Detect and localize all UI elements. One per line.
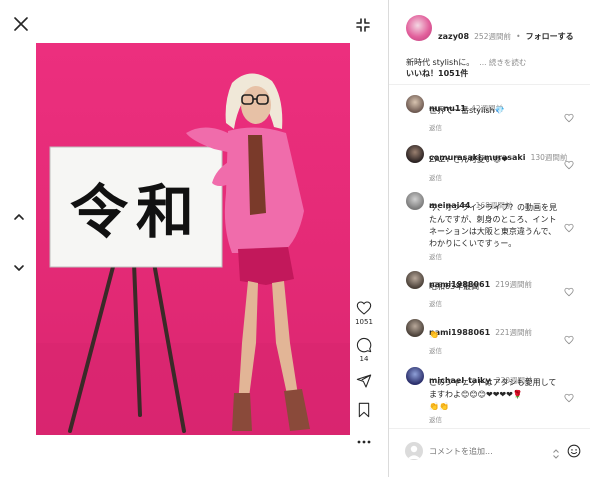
post-media-viewer: 令和 1051 14 <box>0 0 388 477</box>
heart-icon <box>564 223 574 233</box>
post-details-panel: zazy08 252週間前 • フォローする 新時代 stylishに。 ...… <box>388 0 590 477</box>
stepper-arrows-icon <box>553 449 559 459</box>
emoji-button[interactable] <box>567 443 581 458</box>
comment-like-button[interactable] <box>564 388 574 407</box>
reply-button[interactable]: 返信 <box>429 298 442 308</box>
input-stepper[interactable] <box>552 445 560 459</box>
comment-input[interactable] <box>429 443 547 459</box>
commenter-avatar[interactable] <box>406 367 424 385</box>
comment-like-button[interactable] <box>564 282 574 301</box>
follow-button[interactable]: フォローする <box>526 32 574 41</box>
comment-button[interactable] <box>356 337 372 353</box>
chevron-down-icon <box>14 265 24 271</box>
commenter-avatar[interactable] <box>406 192 424 210</box>
comment-text-line: ネーションは大阪と東京違うんで、 <box>429 227 557 236</box>
comment-header: nami1988061 221週間前 <box>429 320 532 339</box>
bookmark-icon <box>358 402 370 418</box>
comment-text: 世界で一番stylish💎 <box>429 106 505 115</box>
divider <box>389 428 590 429</box>
more-dots-icon <box>357 440 371 444</box>
divider <box>389 84 590 85</box>
minimize-icon <box>356 18 370 32</box>
minimize-button[interactable] <box>356 17 370 32</box>
commenter-avatar[interactable] <box>406 271 424 289</box>
comment-text: このジャケットはアタシも愛用して ますわよ😊😊😊❤❤❤❤🌹 👏👏 <box>429 377 556 413</box>
header-separator: • <box>516 32 521 41</box>
like-count: 1051 <box>355 318 373 326</box>
reply-button[interactable]: 返信 <box>429 251 442 261</box>
reply-button[interactable]: 返信 <box>429 172 442 182</box>
chevron-up-icon <box>14 214 24 220</box>
caption-text: 新時代 stylishに。 <box>406 58 475 67</box>
comment-text-line: ますわよ😊😊😊❤❤❤❤🌹 <box>429 390 523 399</box>
commenter-avatar[interactable] <box>406 319 424 337</box>
user-silhouette-icon <box>407 445 421 459</box>
post-header: zazy08 252週間前 • フォローする <box>438 24 574 43</box>
comment-like-button[interactable] <box>564 155 574 174</box>
close-icon <box>14 17 28 31</box>
heart-icon <box>564 160 574 170</box>
share-button[interactable] <box>356 373 372 389</box>
comment-text: ZAZY さん可愛い😊❤ <box>429 155 508 164</box>
comment-count: 14 <box>359 355 369 363</box>
close-button[interactable] <box>14 16 28 31</box>
comment-like-button[interactable] <box>564 330 574 349</box>
more-options-button[interactable] <box>357 432 371 444</box>
reply-button[interactable]: 返信 <box>429 122 442 132</box>
current-user-avatar <box>405 442 423 460</box>
heart-icon <box>564 287 574 297</box>
comment-bubble-icon <box>356 337 372 353</box>
comment-text-line: 今、オンラインライブ？の動画を見 <box>429 203 557 212</box>
comment-text: 👏 <box>429 330 439 339</box>
comment-text: 今、オンラインライブ？の動画を見 たんですが、刺身のところ、イント ネーションは… <box>429 202 557 250</box>
post-time: 252週間前 <box>474 32 511 41</box>
commenter-avatar[interactable] <box>406 95 424 113</box>
likes-summary[interactable]: いいね！1051件 <box>406 68 468 79</box>
author-avatar[interactable] <box>406 15 432 41</box>
author-username[interactable]: zazy08 <box>438 32 469 41</box>
comment-time: 219週間前 <box>495 280 533 289</box>
comment-like-button[interactable] <box>564 218 574 237</box>
sign-text: 令和 <box>69 178 202 246</box>
next-post-button[interactable] <box>13 258 25 271</box>
previous-post-button[interactable] <box>13 207 25 220</box>
save-button[interactable] <box>357 402 371 418</box>
comment-time: 221週間前 <box>495 328 533 337</box>
comment-text-line: わかりにくいですぅー。 <box>429 239 517 248</box>
heart-icon <box>564 113 574 123</box>
heart-icon <box>564 335 574 345</box>
comment-like-button[interactable] <box>564 108 574 127</box>
comment-text: 昭和63年最高 <box>429 282 480 291</box>
post-photo[interactable]: 令和 <box>36 43 350 435</box>
like-button[interactable] <box>356 300 372 316</box>
paper-plane-icon <box>356 374 372 388</box>
comment-time: 130週間前 <box>530 153 568 162</box>
heart-icon <box>564 393 574 403</box>
comment-text-line: たんですが、刺身のところ、イント <box>429 215 557 224</box>
comment-text-line: 👏👏 <box>429 402 449 411</box>
heart-icon <box>356 301 372 315</box>
post-caption: 新時代 stylishに。 ... 続きを読む <box>406 50 526 69</box>
comment-text-line: このジャケットはアタシも愛用して <box>429 378 557 387</box>
emoji-smiley-icon <box>567 444 581 458</box>
commenter-avatar[interactable] <box>406 145 424 163</box>
read-more-link[interactable]: ... 続きを読む <box>479 58 526 67</box>
reply-button[interactable]: 返信 <box>429 414 442 424</box>
reply-button[interactable]: 返信 <box>429 345 442 355</box>
